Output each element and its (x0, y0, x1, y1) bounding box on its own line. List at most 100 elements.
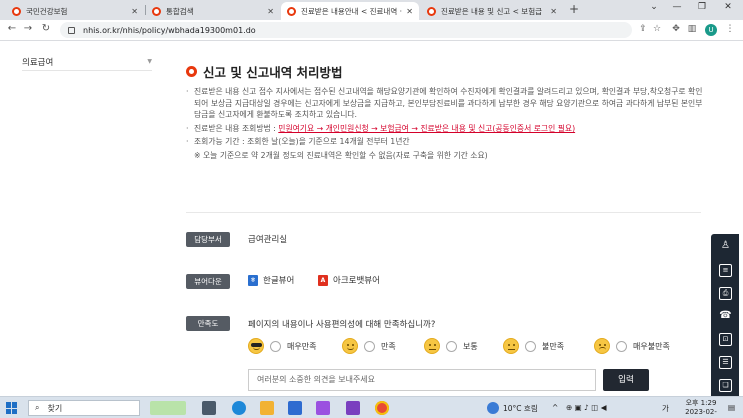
opinion-input[interactable]: 여러분의 소중한 의견을 보내주세요 (248, 369, 596, 391)
phone-icon[interactable]: ☎ (719, 310, 732, 323)
forward-button[interactable]: → (21, 23, 35, 34)
taskbar-search-label: 찾기 (47, 403, 63, 413)
store-icon[interactable] (316, 401, 330, 415)
tab-label: 진료받은 내용 및 신고 < 보험급 (441, 6, 543, 16)
copy-icon[interactable]: ❏ (719, 379, 732, 392)
bullet-item: 진료받은 내용 조회방법 : 민원여기요 → 개인민원신청 → 보험급여 → 진… (186, 123, 706, 135)
dissatisfied-face-icon (503, 338, 519, 354)
neutral-face-icon (424, 338, 440, 354)
os-taskbar: ⌕ 찾기 10°C 흐림 ^ ⊕ ▣ ♪ ◫ ◀ 가 오후 1:29 2023-… (0, 396, 743, 418)
back-button[interactable]: ← (5, 23, 19, 34)
taskbar-search-box[interactable]: ⌕ 찾기 (28, 400, 140, 416)
tab-search-chevron-icon[interactable]: ⌄ (644, 2, 664, 12)
chrome-icon[interactable] (375, 401, 389, 415)
radio-button[interactable] (616, 340, 627, 352)
menu-kebab-icon[interactable]: ⋮ (723, 24, 737, 34)
tray-icons[interactable]: ⊕ ▣ ♪ ◫ ◀ (566, 403, 607, 412)
radio-button[interactable] (270, 340, 281, 352)
window-close-button[interactable]: ✕ (718, 2, 738, 12)
task-view-icon[interactable] (202, 401, 216, 415)
notification-icon[interactable]: ▤ (728, 403, 735, 412)
bookmark-star-icon[interactable]: ☆ (650, 24, 664, 34)
submit-button[interactable]: 입력 (603, 369, 649, 391)
bullet-list: 진료받은 내용 신고 접수 지사에서는 접수된 신고내역을 해당요양기관에 확인… (186, 86, 706, 162)
maximize-button[interactable]: ❐ (692, 2, 712, 12)
bullet-text: 진료받은 내용 조회방법 : (194, 123, 279, 133)
radio-button[interactable] (364, 340, 375, 352)
ime-indicator[interactable]: 가 (662, 403, 669, 414)
document-icon[interactable]: ≡ (719, 264, 732, 277)
nhis-favicon-icon (287, 6, 296, 16)
tray-chevron-icon[interactable]: ^ (552, 403, 558, 412)
rating-option-dissatisfied[interactable]: 불만족 (503, 338, 564, 354)
clock-time: 오후 1:29 (685, 399, 717, 407)
nhis-favicon-icon (12, 6, 21, 16)
minimize-button[interactable]: — (667, 2, 687, 12)
mail-icon[interactable] (288, 401, 302, 415)
reload-button[interactable]: ↻ (39, 23, 53, 34)
form-icon[interactable]: ☰ (719, 356, 732, 369)
tab-treatment-details[interactable]: 진료받은 내용안내 < 진료내역 · ✕ (281, 2, 419, 20)
new-tab-button[interactable]: + (567, 2, 581, 16)
close-icon[interactable]: ✕ (267, 7, 274, 16)
extensions-puzzle-icon[interactable]: ✥ (669, 24, 683, 34)
title-bullet-icon (186, 66, 197, 77)
bullet-item: 진료받은 내용 신고 접수 지사에서는 접수된 신고내역을 해당요양기관에 확인… (186, 86, 706, 121)
edge-icon[interactable] (232, 401, 246, 415)
address-bar[interactable]: nhis.or.kr/nhis/policy/wbhada19300m01.do (60, 22, 632, 38)
share-icon[interactable]: ⇪ (636, 24, 650, 34)
sidebar-item-medical-aid[interactable]: 의료급여 ▼ (22, 53, 152, 71)
print-icon[interactable]: ⎙ (719, 287, 732, 300)
chevron-down-icon: ▼ (147, 58, 152, 65)
very-dissatisfied-face-icon (594, 338, 610, 354)
bullet-note: ※ 오늘 기준으로 약 2개월 정도의 진료내역은 확인할 수 없음(자료 구축… (194, 150, 488, 160)
rating-option-very-satisfied[interactable]: 매우만족 (248, 338, 316, 354)
very-satisfied-face-icon (248, 338, 264, 354)
weather-text: 10°C 흐림 (503, 404, 538, 413)
sidebar-item-label: 의료급여 (22, 57, 54, 68)
dept-label: 담당부서 (186, 232, 230, 247)
app-icon[interactable] (346, 401, 360, 415)
person-icon[interactable]: ♙ (719, 240, 732, 253)
tab-label: 진료받은 내용안내 < 진료내역 · (301, 6, 403, 16)
taskbar-widget-icon[interactable] (150, 401, 186, 415)
section-title: 신고 및 신고내역 처리방법 (186, 62, 343, 81)
tab-strip: 국민건강보험 ✕ 통합검색 ✕ 진료받은 내용안내 < 진료내역 · ✕ 진료받… (0, 0, 743, 20)
url-text: nhis.or.kr/nhis/policy/wbhada19300m01.do (83, 25, 256, 35)
side-panel-icon[interactable]: ▥ (685, 24, 699, 34)
dept-value: 급여관리실 (248, 235, 288, 245)
radio-button[interactable] (446, 340, 457, 352)
tab-label: 국민건강보험 (26, 6, 68, 16)
tab-nhis-home[interactable]: 국민건강보험 ✕ (6, 2, 144, 20)
close-icon[interactable]: ✕ (131, 7, 138, 16)
file-explorer-icon[interactable] (260, 401, 274, 415)
tab-treatment-report[interactable]: 진료받은 내용 및 신고 < 보험급 ✕ (421, 2, 563, 20)
satisfaction-question: 페이지의 내용이나 사용편의성에 대해 만족하십니까? (248, 320, 436, 330)
search-icon: ⌕ (35, 403, 40, 412)
viewer-label: 한글뷰어 (263, 276, 295, 286)
weather-icon (487, 402, 499, 414)
bullet-item: 조회가능 기간 : 조회한 날(오늘)을 기준으로 14개월 전부터 1년간 (186, 136, 706, 148)
windows-start-icon[interactable] (6, 402, 18, 414)
tab-search[interactable]: 통합검색 ✕ (146, 2, 280, 20)
viewer-label: 아크로뱃뷰어 (333, 276, 380, 286)
browser-toolbar: ← → ↻ nhis.or.kr/nhis/policy/wbhada19300… (0, 20, 743, 41)
hwp-viewer-link[interactable]: ㅎ 한글뷰어 (248, 274, 294, 286)
rating-label: 매우불만족 (633, 341, 670, 351)
rating-option-very-dissatisfied[interactable]: 매우불만족 (594, 338, 670, 354)
rating-option-satisfied[interactable]: 만족 (342, 338, 396, 354)
close-icon[interactable]: ✕ (406, 7, 413, 16)
tab-label: 통합검색 (166, 6, 194, 16)
rating-option-neutral[interactable]: 보통 (424, 338, 478, 354)
taskbar-clock[interactable]: 오후 1:29 2023-02-12 (681, 399, 721, 418)
radio-button[interactable] (525, 340, 536, 352)
profile-avatar[interactable]: U (705, 24, 717, 36)
lock-icon[interactable]: ⊡ (719, 333, 732, 346)
page-content: 의료급여 ▼ 신고 및 신고내역 처리방법 진료받은 내용 신고 접수 지사에서… (0, 42, 743, 418)
satisfaction-label: 만족도 (186, 316, 230, 331)
close-icon[interactable]: ✕ (550, 7, 557, 16)
rating-label: 보통 (463, 341, 478, 351)
inquiry-path-link[interactable]: 민원여기요 → 개인민원신청 → 보험급여 → 진료받은 내용 및 신고(공동인… (278, 124, 575, 133)
viewer-download-label: 뷰어다운 (186, 274, 230, 289)
acrobat-viewer-link[interactable]: A 아크로뱃뷰어 (318, 274, 380, 286)
